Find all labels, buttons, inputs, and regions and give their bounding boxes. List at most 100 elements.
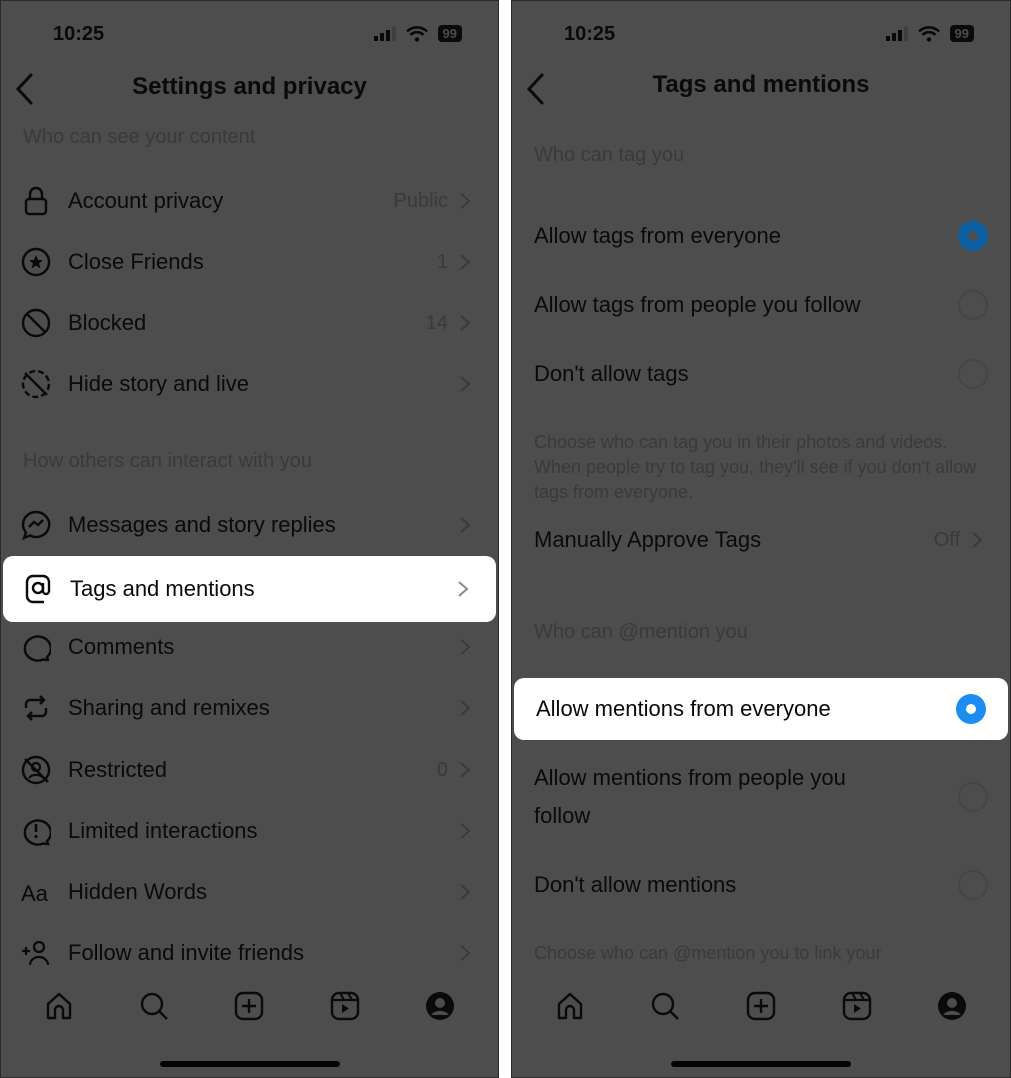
block-icon xyxy=(21,308,51,338)
chevron-right-icon xyxy=(460,639,471,655)
search-icon xyxy=(652,992,680,1020)
battery-indicator: 99 xyxy=(437,25,462,42)
settings-item-hidden-words[interactable]: Aa Hidden Words xyxy=(1,862,498,922)
chevron-right-icon xyxy=(460,884,471,900)
chevron-right-icon xyxy=(460,376,471,392)
option-label: Allow mentions from everyone xyxy=(536,696,831,721)
tag-option-none[interactable]: Don't allow tags xyxy=(512,351,1010,397)
settings-item-follow-invite[interactable]: Follow and invite friends xyxy=(1,923,498,983)
section-header: Who can see your content xyxy=(23,126,256,148)
reels-tab[interactable] xyxy=(328,989,362,1023)
radio-selected[interactable] xyxy=(958,221,988,251)
chevron-right-icon xyxy=(460,762,471,778)
create-tab[interactable] xyxy=(744,989,778,1023)
hide-story-icon xyxy=(21,369,51,399)
chevron-right-icon xyxy=(460,315,471,331)
search-tab[interactable] xyxy=(137,989,171,1023)
lock-icon xyxy=(21,186,51,216)
mention-option-everyone[interactable]: Allow mentions from everyone xyxy=(514,678,1008,740)
reels-tab[interactable] xyxy=(840,989,874,1023)
manually-approve-tags-row[interactable]: Manually Approve Tags Off xyxy=(512,510,1010,570)
chevron-right-icon xyxy=(458,581,469,597)
profile-icon xyxy=(426,992,455,1020)
profile-tab[interactable] xyxy=(935,989,969,1023)
home-indicator xyxy=(671,1061,851,1067)
search-icon xyxy=(140,992,168,1020)
settings-item-messages[interactable]: Messages and story replies xyxy=(1,495,498,555)
home-tab[interactable] xyxy=(42,989,76,1023)
profile-tab[interactable] xyxy=(423,989,457,1023)
radio-unselected[interactable] xyxy=(958,359,988,389)
search-tab[interactable] xyxy=(648,989,682,1023)
plus-square-icon xyxy=(746,991,776,1021)
wifi-icon xyxy=(405,25,428,42)
item-value: 0 xyxy=(436,758,448,781)
star-circle-icon xyxy=(21,247,51,277)
settings-item-tags-mentions[interactable]: Tags and mentions xyxy=(3,556,496,622)
tag-option-everyone[interactable]: Allow tags from everyone xyxy=(512,213,1010,259)
chevron-right-icon xyxy=(460,823,471,839)
item-label: Sharing and remixes xyxy=(68,695,270,720)
plus-square-icon xyxy=(235,991,264,1021)
home-icon xyxy=(557,992,582,1020)
home-icon xyxy=(46,992,71,1020)
radio-unselected[interactable] xyxy=(958,782,988,812)
option-label: Don't allow tags xyxy=(534,361,689,386)
settings-item-account-privacy[interactable]: Account privacy Public xyxy=(1,171,498,231)
profile-icon xyxy=(938,992,967,1020)
item-label: Follow and invite friends xyxy=(68,940,305,965)
settings-item-restricted[interactable]: Restricted 0 xyxy=(1,740,498,800)
settings-item-sharing-remixes[interactable]: Sharing and remixes xyxy=(1,678,498,738)
text-aa-icon: Aa xyxy=(21,877,51,907)
settings-item-hide-story[interactable]: Hide story and live xyxy=(1,354,498,414)
section-header: Who can tag you xyxy=(534,144,685,166)
option-label: Allow tags from people you follow xyxy=(534,292,861,317)
radio-unselected[interactable] xyxy=(958,870,988,900)
chevron-right-icon xyxy=(460,517,471,533)
settings-item-limited-interactions[interactable]: Limited interactions xyxy=(1,801,498,861)
reels-icon xyxy=(842,991,871,1021)
item-value: 14 xyxy=(425,311,448,334)
chevron-right-icon xyxy=(972,532,983,548)
section-header: Who can @mention you xyxy=(534,621,748,643)
status-time: 10:25 xyxy=(564,23,616,45)
option-label: Allow mentions from people you follow xyxy=(534,765,846,828)
item-label: Account privacy xyxy=(68,188,224,213)
settings-item-close-friends[interactable]: Close Friends 1 xyxy=(1,232,498,292)
radio-unselected[interactable] xyxy=(958,290,988,320)
item-value: Off xyxy=(933,528,960,551)
radio-selected[interactable] xyxy=(956,694,986,724)
signal-icon xyxy=(373,26,396,41)
item-label: Messages and story replies xyxy=(68,512,336,537)
settings-item-blocked[interactable]: Blocked 14 xyxy=(1,293,498,353)
mention-option-people-you-follow[interactable]: Allow mentions from people you follow xyxy=(512,759,1010,835)
at-sign-icon xyxy=(23,574,53,604)
chevron-right-icon xyxy=(460,700,471,716)
home-indicator xyxy=(159,1061,340,1067)
add-person-icon xyxy=(21,938,51,968)
home-tab[interactable] xyxy=(553,989,587,1023)
chevron-right-icon xyxy=(460,945,471,961)
signal-icon xyxy=(885,26,908,41)
option-label: Don't allow mentions xyxy=(534,872,737,897)
battery-indicator: 99 xyxy=(949,25,974,42)
tags-mentions-screen: 10:25 99 Tags and mentions Who can tag y… xyxy=(511,0,1011,1078)
item-label: Limited interactions xyxy=(68,818,258,843)
item-value: 1 xyxy=(436,250,448,273)
settings-privacy-screen: 10:25 99 Settings and privacy Who can se… xyxy=(0,0,499,1078)
comment-icon xyxy=(21,632,51,662)
create-tab[interactable] xyxy=(232,989,266,1023)
svg-text:Aa: Aa xyxy=(21,881,49,906)
settings-item-comments[interactable]: Comments xyxy=(1,617,498,677)
item-label: Tags and mentions xyxy=(70,576,255,601)
status-icons: 99 xyxy=(885,25,974,42)
mention-option-none[interactable]: Don't allow mentions xyxy=(512,862,1010,908)
item-label: Restricted xyxy=(68,757,168,782)
item-value: Public xyxy=(393,189,448,212)
item-label: Comments xyxy=(68,634,175,659)
chevron-right-icon xyxy=(460,254,471,270)
tab-bar xyxy=(1,986,498,1026)
status-time: 10:25 xyxy=(53,23,105,45)
item-label: Hide story and live xyxy=(68,371,249,396)
tag-option-people-you-follow[interactable]: Allow tags from people you follow xyxy=(512,282,1010,328)
